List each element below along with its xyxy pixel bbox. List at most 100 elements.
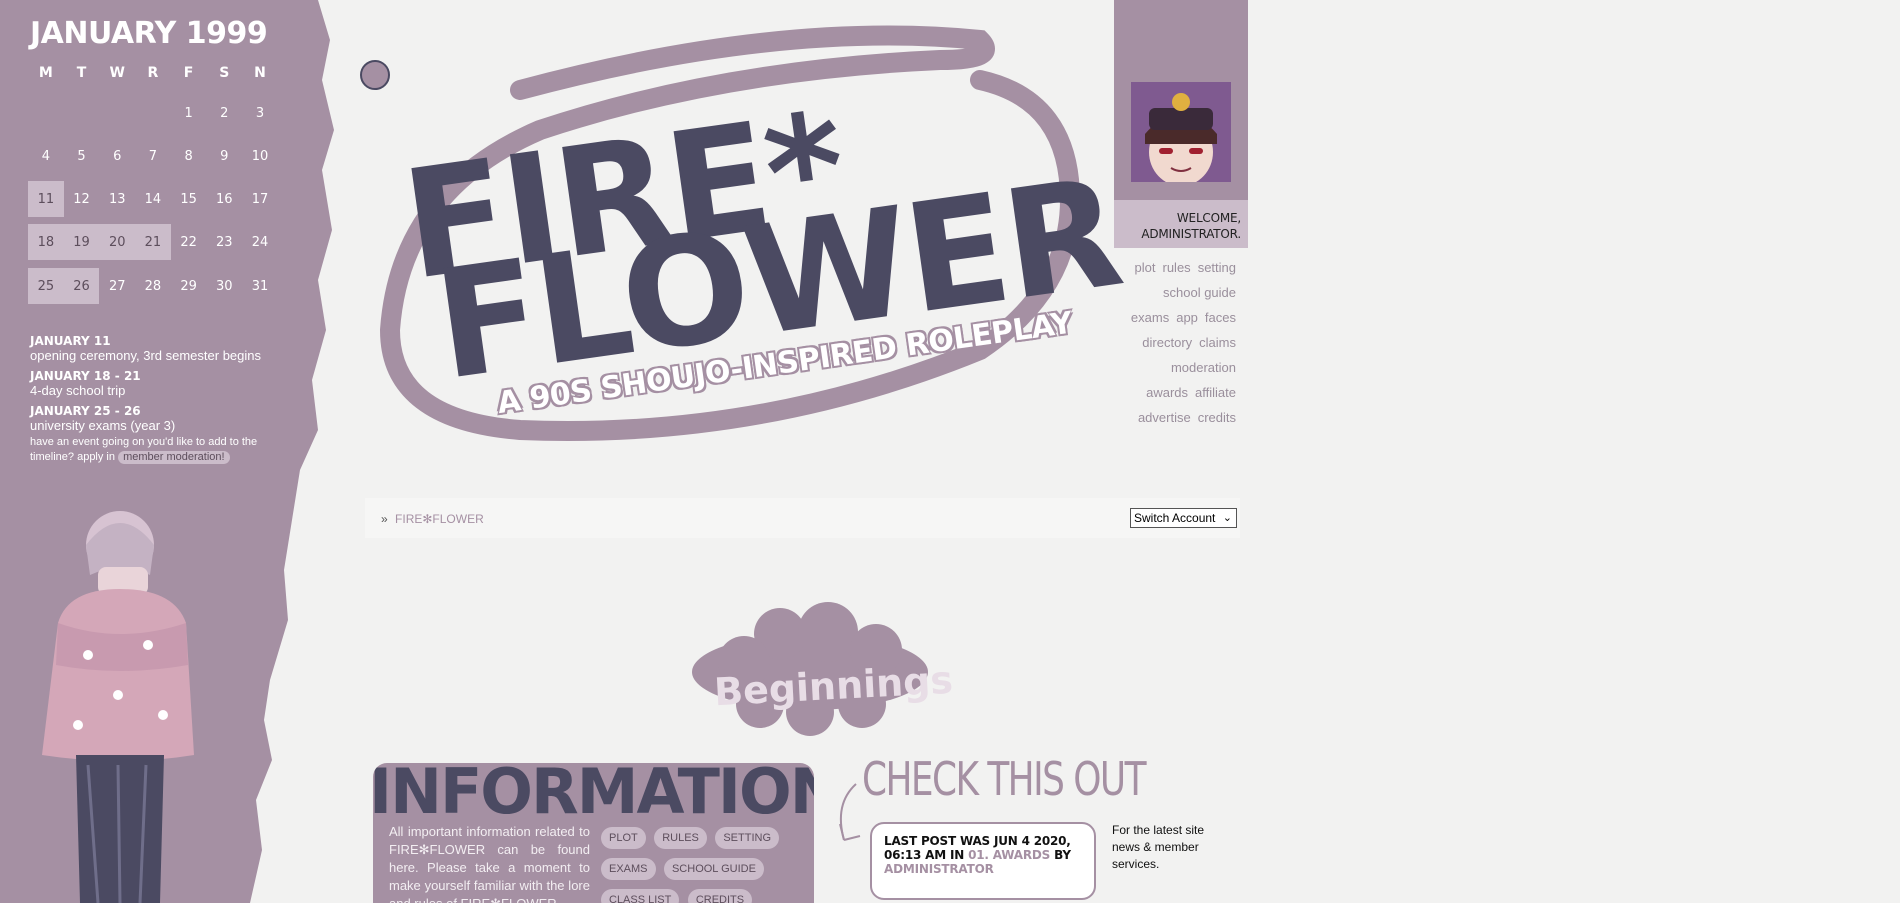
nav-link-app[interactable]: app [1176,310,1198,325]
calendar-day: 25 [28,268,64,304]
nav-link-school-guide[interactable]: school guide [1163,285,1236,300]
site-logo[interactable]: FIRE* FLOWER A 90S SHOUJO-INSPIRED ROLEP… [380,20,1129,470]
calendar-title: JANUARY 1999 [30,16,268,51]
nav-link-rules[interactable]: rules [1163,260,1191,275]
information-text: All important information related to FIR… [389,824,590,903]
chevron-down-icon: ⌄ [1222,512,1232,524]
calendar-day: 21 [135,224,171,260]
nav-link-setting[interactable]: setting [1198,260,1236,275]
nav-link-faces[interactable]: faces [1205,310,1236,325]
nav-row: school guide [1114,285,1236,310]
nav-row: moderation [1114,360,1236,385]
calendar-day [28,95,64,131]
event-item: JANUARY 18 - 21 4-day school trip [30,369,280,398]
event-note: have an event going on you'd like to add… [30,435,280,465]
breadcrumb-separator: » [381,512,388,526]
information-tags: PLOT RULES SETTING EXAMS SCHOOL GUIDE CL… [601,827,806,903]
calendar-weekday: S [219,65,230,81]
member-moderation-link[interactable]: member moderation! [118,451,230,464]
calendar-day [99,95,135,131]
nav-link-awards[interactable]: awards [1146,385,1188,400]
last-post-forum-link[interactable]: 01. AWARDS [968,848,1050,862]
information-title: INFORMATION [373,763,814,828]
calendar-day: 7 [148,148,158,164]
calendar-week: 1 2 3 [28,95,278,131]
nav-link-moderation[interactable]: moderation [1171,360,1236,375]
calendar-day: 26 [63,268,100,304]
tag-rules[interactable]: RULES [654,827,707,849]
calendar-day: 16 [216,191,233,207]
calendar-day: 18 [28,224,64,260]
event-date: JANUARY 18 - 21 [30,369,141,383]
event-desc: opening ceremony, 3rd semester begins [30,348,261,363]
calendar-day: 12 [73,191,90,207]
calendar-week: 4 5 6 7 8 9 10 [28,138,278,174]
event-item: JANUARY 11 opening ceremony, 3rd semeste… [30,334,280,363]
avatar[interactable] [1131,82,1231,182]
welcome-line: WELCOME, [1176,211,1241,225]
curved-arrow-icon [839,783,861,841]
tag-setting[interactable]: SETTING [715,827,779,849]
switch-account-select[interactable]: Switch Account ⌄ [1130,508,1237,528]
check-this-out-title: CHECK THIS OUT [862,752,1146,806]
nav-link-claims[interactable]: claims [1199,335,1236,350]
username: ADMINISTRATOR. [1141,227,1241,241]
calendar-day: 28 [144,278,162,294]
tag-plot[interactable]: PLOT [601,827,646,849]
calendar-day: 3 [255,105,265,121]
welcome-message: WELCOME, ADMINISTRATOR. [1114,200,1248,248]
calendar-day: 23 [216,234,233,250]
calendar-day: 14 [144,191,162,207]
calendar-day: 22 [180,234,197,250]
calendar-day: 1 [184,105,193,121]
nav-row: plot rules setting [1114,260,1236,285]
calendar-weekday: T [76,65,87,81]
calendar-day: 31 [251,278,269,294]
calendar-weekday: R [147,65,159,81]
nav-link-advertise[interactable]: advertise [1138,410,1191,425]
calendar-day: 8 [184,148,193,164]
calendar-day: 24 [251,234,269,250]
calendar-weekday: F [183,65,194,81]
tag-school-guide[interactable]: SCHOOL GUIDE [663,858,764,880]
calendar-sidebar: JANUARY 1999 MTWRFSN 1 2 3 4 5 6 7 8 9 10 11 12 13 14… [0,0,334,903]
information-box: INFORMATION All important information re… [373,763,814,903]
calendar-day: 6 [113,148,122,164]
breadcrumb: » FIRE✻FLOWER [381,512,484,526]
nav-row: directory claims [1114,335,1236,360]
tag-credits[interactable]: CREDITS [687,889,753,903]
user-panel: WELCOME, ADMINISTRATOR. [1114,0,1248,248]
switch-account-label: Switch Account [1134,511,1216,525]
nav-link-credits[interactable]: credits [1198,410,1236,425]
nav-link-directory[interactable]: directory [1142,335,1192,350]
event-desc: university exams (year 3) [30,418,176,433]
calendar-weekday: N [254,65,266,81]
calendar-week: 25 26 27 28 29 30 31 [28,268,278,304]
event-desc: 4-day school trip [30,383,126,398]
nav-link-exams[interactable]: exams [1131,310,1169,325]
calendar-day [64,95,100,131]
nav-row: advertise credits [1114,410,1236,435]
calendar-day: 19 [63,224,100,260]
nav-link-plot[interactable]: plot [1135,260,1156,275]
last-post-author-link[interactable]: ADMINISTRATOR [884,862,994,876]
event-date: JANUARY 25 - 26 [30,404,141,418]
event-item: JANUARY 25 - 26 university exams (year 3… [30,404,280,433]
avatar-image [1131,82,1231,182]
last-post-box: LAST POST WAS JUN 4 2020, 06:13 AM IN 01… [870,822,1096,900]
calendar-day: 5 [77,148,86,164]
calendar-day: 10 [251,148,269,164]
calendar-day: 2 [220,105,229,121]
breadcrumb-bar: » FIRE✻FLOWER Switch Account ⌄ [365,498,1240,538]
calendar-day: 29 [180,278,197,294]
tag-exams[interactable]: EXAMS [601,858,656,880]
breadcrumb-home-link[interactable]: FIRE✻FLOWER [395,512,484,526]
character-illustration [42,511,194,903]
calendar-weekdays: MTWRFSN [28,64,278,82]
tag-class-list[interactable]: CLASS LIST [601,889,680,903]
nav-link-affiliate[interactable]: affiliate [1195,385,1236,400]
nav-row: awards affiliate [1114,385,1236,410]
calendar-day: 4 [41,148,50,164]
calendar-day: 11 [28,181,64,217]
calendar-day: 30 [216,278,233,294]
